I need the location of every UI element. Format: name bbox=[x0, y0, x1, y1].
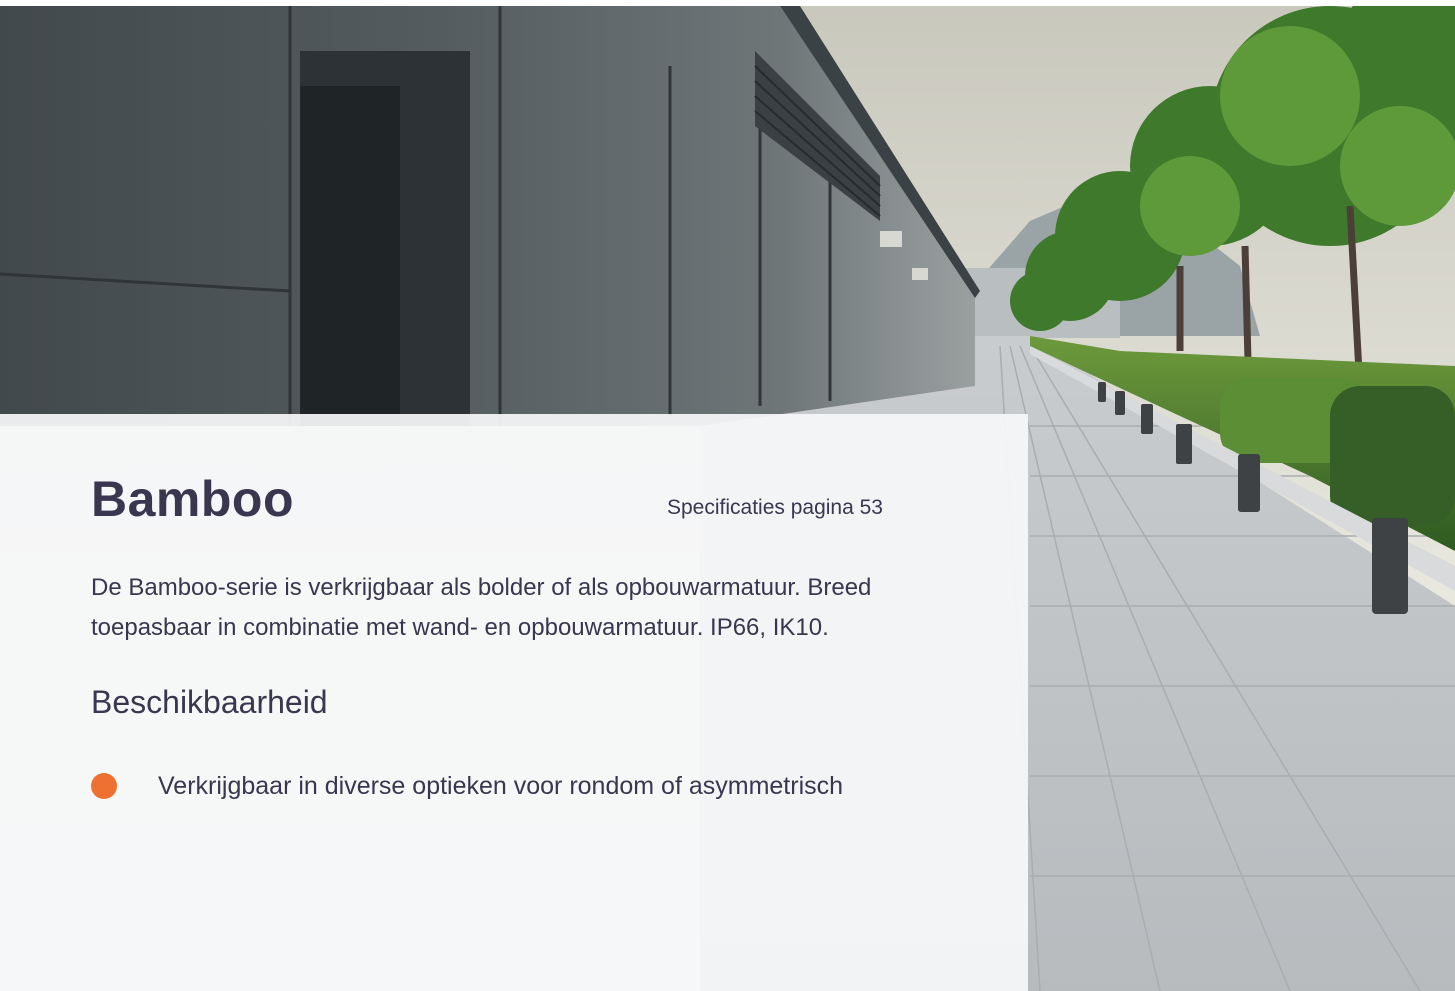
availability-list: Verkrijgbaar in diverse optieken voor ro… bbox=[91, 768, 843, 804]
product-title: Bamboo bbox=[91, 471, 294, 527]
availability-heading: Beschikbaarheid bbox=[91, 684, 328, 720]
list-item-text: Verkrijgbaar in diverse optieken voor ro… bbox=[158, 771, 844, 800]
list-item: Verkrijgbaar in diverse optieken voor ro… bbox=[91, 768, 843, 804]
specifications-link[interactable]: Specificaties pagina 53 bbox=[667, 496, 883, 520]
bullet-dot-icon bbox=[91, 773, 117, 799]
product-description: De Bamboo-serie is verkrijgbaar als bold… bbox=[91, 574, 872, 641]
